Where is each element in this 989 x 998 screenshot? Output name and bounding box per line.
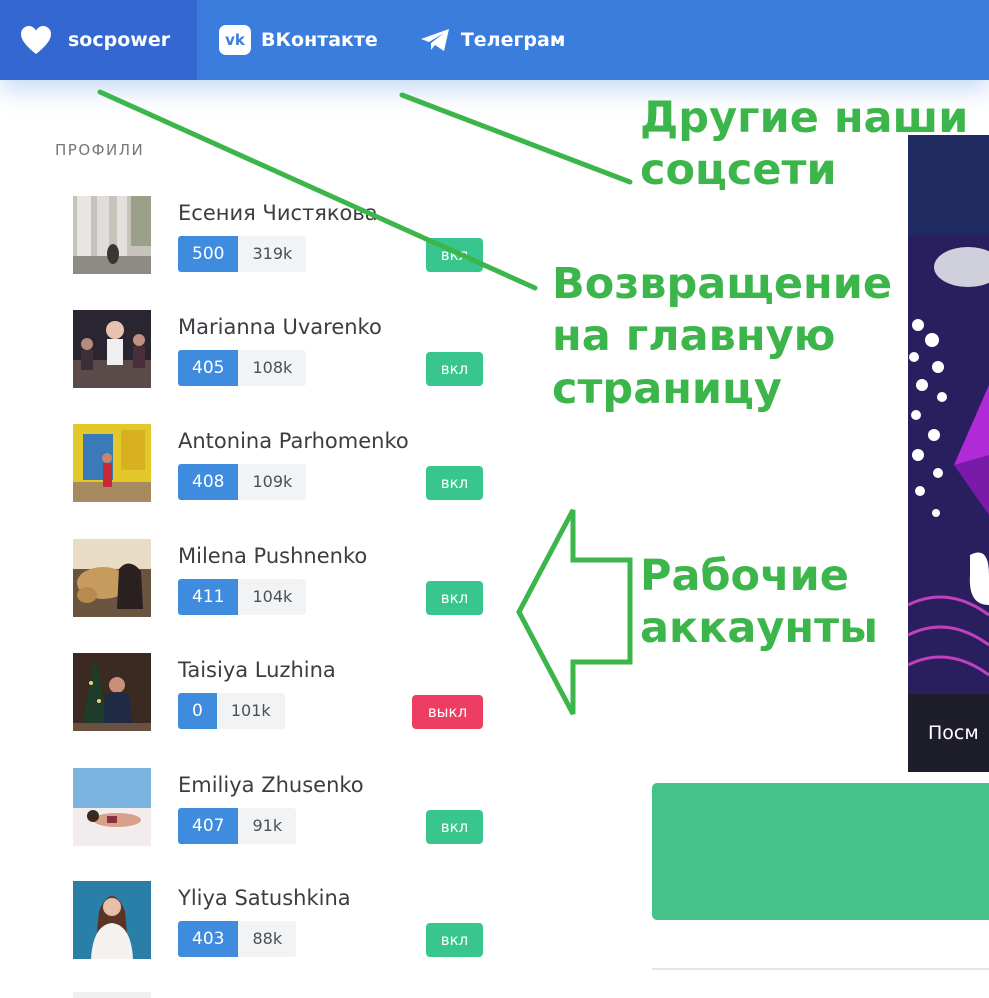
annotation-return-home: Возвращение на главную страницу xyxy=(552,258,892,415)
accounts-arrow xyxy=(516,508,633,716)
annotation-line: аккаунты xyxy=(640,603,878,654)
annotation-line: Рабочие xyxy=(640,551,849,601)
annotation-social-networks: Другие наши соцсети xyxy=(640,92,968,197)
social-pointer-line xyxy=(399,92,633,185)
annotation-working-accounts: Рабочие аккаунты xyxy=(640,550,878,655)
annotation-line: страницу xyxy=(552,363,782,414)
annotation-line: на главную xyxy=(552,311,836,362)
annotation-line: Возвращение xyxy=(552,259,893,309)
annotation-line: Другие наши xyxy=(640,93,969,143)
annotation-line: соцсети xyxy=(640,145,837,196)
